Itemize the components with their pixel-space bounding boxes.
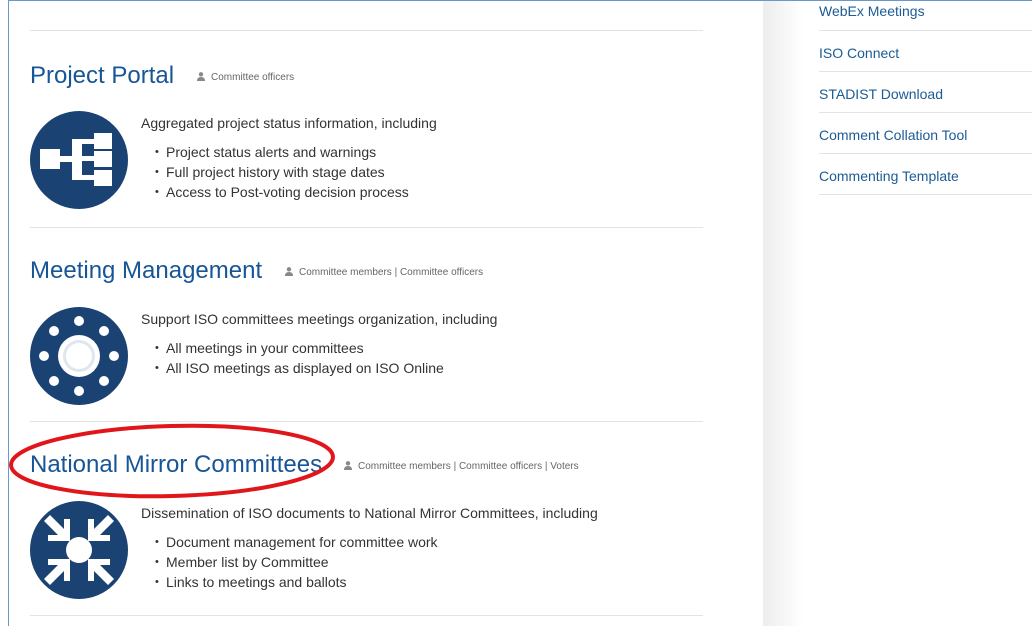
section-title-project-portal[interactable]: Project Portal — [30, 62, 174, 90]
section-roles: Committee officers — [197, 72, 294, 84]
sidebar-item-commenting-template[interactable]: Commenting Template — [819, 154, 1032, 195]
list-item: Member list by Committee — [155, 552, 598, 572]
sidebar-links: WebEx Meetings ISO Connect STADIST Downl… — [819, 1, 1032, 195]
section-description: Aggregated project status information, i… — [141, 114, 437, 202]
roles-text: Committee members | Committee officers — [299, 267, 484, 278]
divider — [30, 421, 703, 422]
meeting-circle-icon — [30, 307, 128, 405]
description-lead: Support ISO committees meetings organiza… — [141, 311, 498, 327]
section-roles: Committee members | Committee officers |… — [344, 461, 579, 473]
section-title-national-mirror-committees[interactable]: National Mirror Committees — [30, 451, 322, 479]
sidebar-item-stadist-download[interactable]: STADIST Download — [819, 72, 1032, 113]
list-item: All meetings in your committees — [155, 338, 497, 358]
list-item: All ISO meetings as displayed on ISO Onl… — [155, 358, 497, 378]
sidebar-item-webex-meetings[interactable]: WebEx Meetings — [819, 1, 1032, 31]
roles-text: Committee officers — [211, 72, 295, 83]
list-item: Links to meetings and ballots — [155, 572, 598, 592]
list-item: Document management for committee work — [155, 532, 598, 552]
feature-list: Document management for committee work M… — [141, 532, 598, 592]
description-lead: Aggregated project status information, i… — [141, 115, 437, 131]
sidebar-item-iso-connect[interactable]: ISO Connect — [819, 31, 1032, 72]
person-icon — [197, 72, 205, 81]
sidebar-shadow — [763, 1, 803, 626]
description-lead: Dissemination of ISO documents to Nation… — [141, 505, 598, 521]
feature-list: All meetings in your committees All ISO … — [141, 338, 497, 378]
person-icon — [344, 461, 352, 470]
divider — [30, 30, 703, 31]
converge-arrows-icon — [30, 501, 128, 599]
feature-list: Project status alerts and warnings Full … — [141, 142, 437, 202]
section-description: Support ISO committees meetings organiza… — [141, 310, 497, 378]
section-title-meeting-management[interactable]: Meeting Management — [30, 257, 262, 285]
person-icon — [285, 267, 293, 276]
roles-text: Committee members | Committee officers |… — [358, 461, 579, 472]
list-item: Project status alerts and warnings — [155, 142, 437, 162]
sidebar-item-comment-collation-tool[interactable]: Comment Collation Tool — [819, 113, 1032, 154]
list-item: Full project history with stage dates — [155, 162, 437, 182]
hierarchy-icon — [30, 111, 128, 209]
section-description: Dissemination of ISO documents to Nation… — [141, 504, 598, 592]
list-item: Access to Post-voting decision process — [155, 182, 437, 202]
divider — [30, 227, 703, 228]
divider — [30, 615, 703, 616]
section-roles: Committee members | Committee officers — [285, 267, 483, 279]
page-frame: Project Portal Committee officers Aggreg… — [8, 0, 1032, 626]
